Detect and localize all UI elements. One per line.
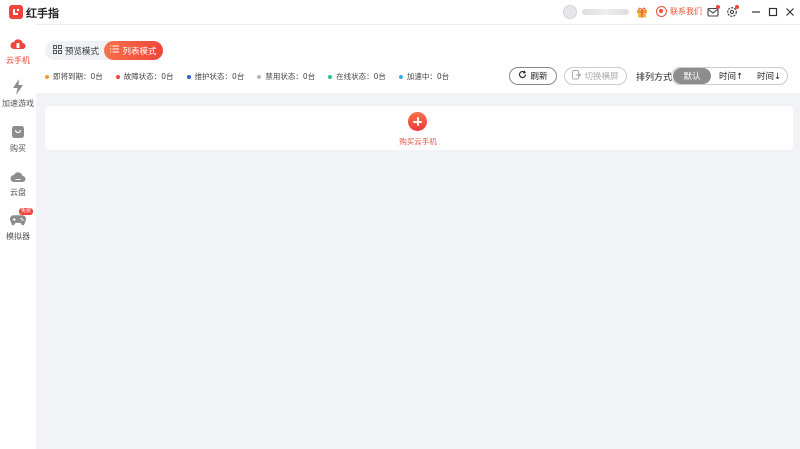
sidebar: 云手机 加速游戏 购买 云盘 免费 模拟器 bbox=[0, 24, 36, 449]
status-dot bbox=[45, 74, 49, 79]
status-accelerating: 加速中：0台 bbox=[398, 71, 450, 82]
refresh-label: 刷新 bbox=[530, 72, 548, 82]
switch-landscape-label: 切换横屏 bbox=[584, 72, 619, 82]
settings-gear-icon[interactable] bbox=[726, 5, 739, 18]
minimize-icon[interactable] bbox=[750, 6, 762, 18]
status-dot bbox=[257, 74, 262, 79]
status-label: 禁用状态：0台 bbox=[265, 72, 316, 81]
status-dot bbox=[186, 74, 191, 79]
list-icon bbox=[110, 45, 120, 56]
sort-time-asc-option[interactable]: 时间↑ bbox=[711, 68, 751, 84]
rotate-screen-icon bbox=[572, 69, 582, 83]
status-label: 加速中：0台 bbox=[406, 72, 450, 81]
sidebar-item-label: 模拟器 bbox=[6, 232, 30, 241]
buy-cloud-phone-link[interactable]: 购买云手机 bbox=[385, 136, 451, 147]
status-label: 在线状态：0台 bbox=[336, 72, 386, 81]
app-title: 红手指 bbox=[26, 7, 59, 20]
title-bar: 红手指 联系我们 bbox=[0, 0, 800, 24]
sidebar-item-emulator[interactable]: 免费 模拟器 bbox=[0, 208, 36, 242]
mail-notification-dot bbox=[716, 5, 720, 9]
sidebar-item-label: 云手机 bbox=[6, 56, 30, 65]
sidebar-item-buy[interactable]: 购买 bbox=[0, 124, 36, 154]
sidebar-item-label: 购买 bbox=[10, 144, 26, 153]
refresh-button[interactable]: 刷新 bbox=[509, 67, 557, 85]
status-fault: 故障状态：0台 bbox=[115, 71, 174, 82]
status-summary: 即将到期：0台 故障状态：0台 维护状态：0台 禁用状态：0台 在线状态：0台 … bbox=[45, 71, 462, 82]
sidebar-item-cloud-disk[interactable]: 云盘 bbox=[0, 168, 36, 198]
device-list-card: 购买云手机 bbox=[45, 106, 793, 150]
lightning-icon bbox=[10, 79, 26, 95]
toolbar-header: 预览模式 列表模式 即将到期：0台 故障状态：0台 维护状态：0台 禁用状态：0… bbox=[36, 24, 800, 93]
add-plus-icon[interactable] bbox=[408, 112, 427, 131]
sidebar-item-label: 加速游戏 bbox=[2, 99, 34, 108]
shopping-bag-icon bbox=[10, 124, 26, 140]
mail-icon[interactable] bbox=[707, 5, 720, 18]
grid-icon bbox=[53, 44, 62, 57]
view-mode-toggle: 预览模式 列表模式 bbox=[45, 41, 163, 60]
free-badge: 免费 bbox=[19, 208, 34, 215]
status-disabled: 禁用状态：0台 bbox=[257, 71, 315, 82]
sidebar-item-cloud-phone[interactable]: 云手机 bbox=[0, 36, 36, 66]
status-expiring: 即将到期：0台 bbox=[45, 71, 103, 82]
gift-icon[interactable] bbox=[636, 6, 648, 18]
cloud-disk-icon bbox=[10, 168, 26, 184]
status-label: 维护状态：0台 bbox=[194, 72, 245, 81]
sidebar-item-accelerate-game[interactable]: 加速游戏 bbox=[0, 79, 36, 109]
status-maintenance: 维护状态：0台 bbox=[186, 71, 245, 82]
user-avatar[interactable] bbox=[563, 5, 577, 19]
status-label: 即将到期：0台 bbox=[53, 72, 103, 81]
list-mode-button[interactable]: 列表模式 bbox=[104, 41, 163, 60]
list-mode-label: 列表模式 bbox=[122, 46, 157, 57]
status-online: 在线状态：0台 bbox=[328, 71, 386, 82]
contact-us-button[interactable]: 联系我们 bbox=[656, 6, 702, 17]
sort-default-option[interactable]: 默认 bbox=[673, 68, 711, 84]
maximize-icon[interactable] bbox=[767, 6, 779, 18]
settings-notification-dot bbox=[735, 5, 739, 9]
cloud-phone-icon bbox=[10, 36, 26, 52]
headset-icon bbox=[656, 6, 667, 17]
contact-us-label: 联系我们 bbox=[670, 7, 702, 16]
status-label: 故障状态：0台 bbox=[123, 72, 174, 81]
sort-time-desc-option[interactable]: 时间↓ bbox=[751, 68, 787, 84]
sidebar-item-label: 云盘 bbox=[10, 188, 26, 197]
status-dot bbox=[398, 74, 403, 79]
app-logo-icon bbox=[9, 5, 23, 19]
sort-label: 排列方式 bbox=[636, 73, 673, 83]
switch-landscape-button[interactable]: 切换横屏 bbox=[564, 67, 627, 85]
username-blurred bbox=[582, 9, 629, 15]
status-dot bbox=[328, 74, 333, 79]
preview-mode-button[interactable]: 预览模式 bbox=[53, 41, 99, 60]
sort-options: 默认 时间↑ 时间↓ bbox=[671, 67, 788, 85]
close-icon[interactable] bbox=[784, 6, 796, 18]
status-dot bbox=[115, 74, 120, 79]
refresh-icon bbox=[518, 70, 527, 82]
preview-mode-label: 预览模式 bbox=[65, 46, 100, 57]
